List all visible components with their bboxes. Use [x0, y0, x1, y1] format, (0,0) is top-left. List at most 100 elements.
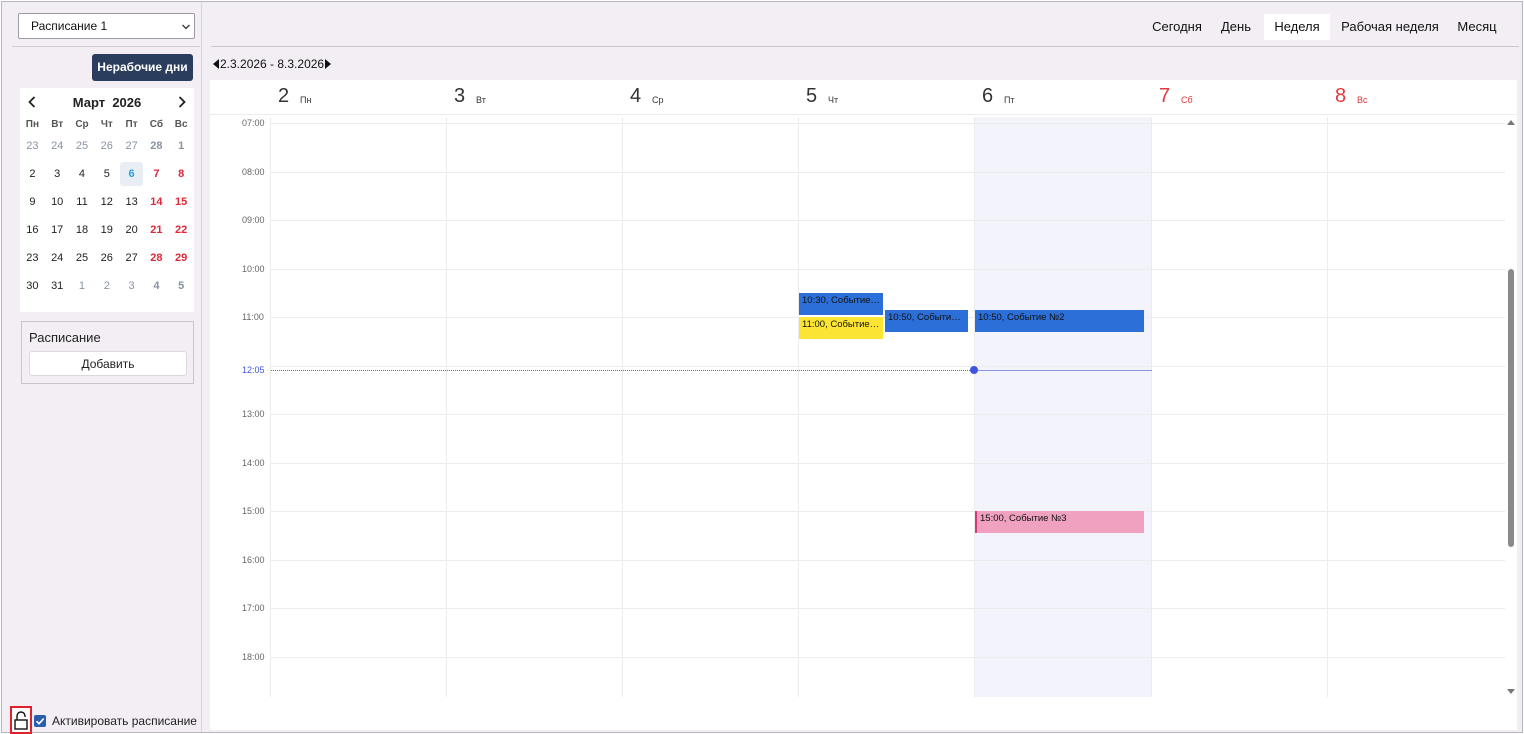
calendar-day-number: 6: [128, 168, 135, 180]
schedule-select[interactable]: Расписание 1: [18, 13, 195, 39]
next-week-icon[interactable]: [325, 58, 332, 69]
view-day-tab[interactable]: День: [1217, 14, 1255, 40]
calendar-day[interactable]: 29: [169, 244, 194, 272]
left-panel: Расписание 1 Нерабочие дни Март 2026 Пн В…: [2, 2, 202, 734]
nonworking-days-button[interactable]: Нерабочие дни: [92, 54, 193, 81]
prev-week-icon[interactable]: [213, 58, 219, 69]
calendar-day[interactable]: 2: [20, 160, 45, 188]
calendar-day[interactable]: 9: [20, 188, 45, 216]
activate-label: Активировать расписание: [52, 714, 197, 728]
calendar-day[interactable]: 23: [20, 244, 45, 272]
day-header[interactable]: 5 Чт: [798, 80, 974, 114]
day-header[interactable]: 3 Вт: [446, 80, 622, 114]
calendar-day[interactable]: 23: [20, 132, 45, 160]
calendar-day[interactable]: 26: [94, 132, 119, 160]
calendar-day[interactable]: 18: [70, 216, 95, 244]
current-time-label: 12:05: [242, 365, 265, 375]
weekday-label: Чт: [100, 119, 113, 130]
day-header[interactable]: 8 Вс: [1327, 80, 1503, 114]
day-number: 7: [1159, 85, 1171, 107]
calendar-day[interactable]: 21: [144, 216, 169, 244]
app-window: Расписание 1 Нерабочие дни Март 2026 Пн В…: [1, 1, 1523, 734]
calendar-day[interactable]: 25: [70, 132, 95, 160]
day-number: 6: [982, 85, 994, 107]
calendar-day[interactable]: 2: [94, 272, 119, 300]
time-label: 15:00: [242, 506, 265, 516]
calendar-day[interactable]: 4: [144, 272, 169, 300]
calendar-day[interactable]: 17: [45, 216, 70, 244]
calendar-day[interactable]: 7: [144, 160, 169, 188]
calendar-day[interactable]: 27: [119, 132, 144, 160]
view-workweek-tab[interactable]: Рабочая неделя: [1337, 14, 1443, 40]
weekday-label: Пт: [125, 119, 138, 130]
add-button[interactable]: Добавить: [29, 351, 187, 376]
calendar-day[interactable]: 30: [20, 272, 45, 300]
calendar-day[interactable]: 26: [94, 244, 119, 272]
calendar-day[interactable]: 8: [169, 160, 194, 188]
calendar-day[interactable]: 10: [45, 188, 70, 216]
calendar-day[interactable]: 28: [144, 244, 169, 272]
calendar-day[interactable]: 25: [70, 244, 95, 272]
calendar-day[interactable]: 27: [119, 244, 144, 272]
divider: [12, 46, 200, 47]
calendar-day[interactable]: 1: [169, 132, 194, 160]
calendar-day[interactable]: 16: [20, 216, 45, 244]
time-grid[interactable]: 07:00 08:00 09:00 10:00 11:00 13:00 14:00 15:00…: [210, 117, 1505, 697]
schedule-section: Расписание Добавить: [21, 321, 194, 384]
calendar-day[interactable]: 3: [119, 272, 144, 300]
divider: [211, 46, 1519, 47]
time-label: 08:00: [242, 167, 265, 177]
calendar-day[interactable]: 14: [144, 188, 169, 216]
hour-line: [270, 657, 1505, 658]
day-header[interactable]: 2 Пн: [270, 80, 446, 114]
calendar-day[interactable]: 13: [119, 188, 144, 216]
calendar-event[interactable]: 10:50, Событие ...: [885, 310, 968, 332]
view-month-tab[interactable]: Месяц: [1453, 14, 1501, 40]
vertical-scrollbar[interactable]: [1506, 117, 1516, 697]
calendar-day[interactable]: 24: [45, 244, 70, 272]
day-name: Пт: [1004, 95, 1015, 105]
calendar-day[interactable]: 19: [94, 216, 119, 244]
calendar-day[interactable]: 6: [119, 160, 144, 188]
calendar-event[interactable]: 10:30, Событие ...: [799, 293, 883, 315]
date-range-nav: 2.3.2026 - 8.3.2026: [213, 56, 332, 71]
schedule-select-value: Расписание 1: [31, 19, 108, 33]
calendar-day[interactable]: 22: [169, 216, 194, 244]
day-header[interactable]: 4 Ср: [622, 80, 798, 114]
calendar-day[interactable]: 24: [45, 132, 70, 160]
calendar-day[interactable]: 28: [144, 132, 169, 160]
scroll-up-icon[interactable]: [1507, 119, 1515, 127]
day-header[interactable]: 6 Пт: [974, 80, 1150, 114]
calendar-day[interactable]: 15: [169, 188, 194, 216]
chevron-right-icon[interactable]: [177, 96, 187, 108]
activate-checkbox[interactable]: [34, 715, 46, 727]
lock-button[interactable]: [10, 706, 32, 734]
unlock-icon: [14, 711, 28, 730]
day-name: Чт: [828, 95, 839, 105]
week-row: 23 24 25 26 27 28 1: [20, 132, 194, 160]
day-column-divider: [798, 117, 799, 697]
calendar-day[interactable]: 20: [119, 216, 144, 244]
calendar-event[interactable]: 15:00, Событие №3: [975, 511, 1144, 533]
day-number: 2: [278, 85, 290, 107]
view-week-tab[interactable]: Неделя: [1264, 14, 1330, 40]
scroll-down-icon[interactable]: [1507, 687, 1515, 695]
day-header[interactable]: 7 Сб: [1151, 80, 1327, 114]
mini-calendar-grid: Пн Вт Ср Чт Пт Сб Вс 23 24 25 26 27 28 1 2 3 4 5 6 7 8 9 10 11 1…: [20, 118, 194, 300]
calendar-day[interactable]: 31: [45, 272, 70, 300]
calendar-day[interactable]: 11: [70, 188, 95, 216]
calendar-event[interactable]: 11:00, Событие ...: [799, 317, 883, 339]
calendar-day[interactable]: 5: [94, 160, 119, 188]
time-label: 17:00: [242, 603, 265, 613]
calendar-day[interactable]: 5: [169, 272, 194, 300]
calendar-day[interactable]: 4: [70, 160, 95, 188]
calendar-day[interactable]: 12: [94, 188, 119, 216]
scrollbar-thumb[interactable]: [1508, 269, 1514, 547]
calendar-event[interactable]: 10:50, Событие №2: [975, 310, 1144, 332]
calendar-day[interactable]: 1: [70, 272, 95, 300]
time-label: 10:00: [242, 264, 265, 274]
calendar-day[interactable]: 3: [45, 160, 70, 188]
day-number: 5: [806, 85, 818, 107]
hour-line: [270, 414, 1505, 415]
view-today-button[interactable]: Сегодня: [1147, 14, 1207, 40]
